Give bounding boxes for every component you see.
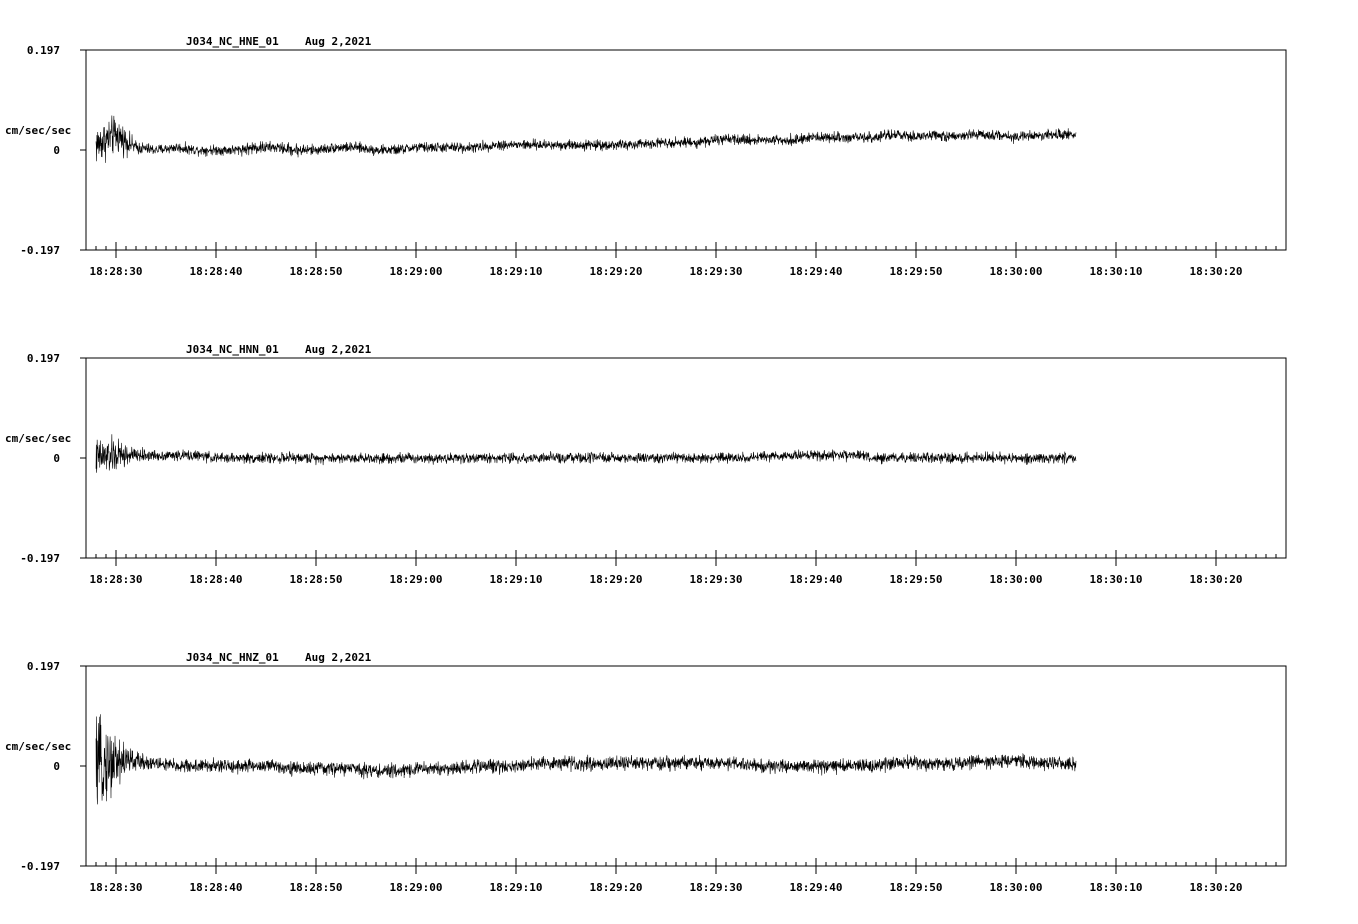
x-tick-label: 18:28:50 [290,881,343,894]
chart-title: J034_NC_HNN_01 [186,343,279,356]
x-tick-label: 18:30:20 [1190,573,1243,586]
x-tick-label: 18:30:00 [990,573,1043,586]
y-tick-label: -0.197 [20,244,60,257]
x-tick-label: 18:28:40 [190,573,243,586]
y-tick-label: -0.197 [20,860,60,873]
chart-date: Aug 2,2021 [305,35,372,48]
x-tick-label: 18:29:50 [890,265,943,278]
y-axis-label: cm/sec/sec [5,432,71,445]
x-tick-label: 18:29:10 [490,573,543,586]
waveform-trace [95,434,1077,473]
plot-frame [85,357,1287,559]
x-tick-label: 18:28:40 [190,265,243,278]
x-tick-label: 18:29:40 [790,881,843,894]
chart-panel-1: J034_NC_HNE_01 Aug 2,2021 cm/sec/sec 0.197 0… [5,35,1287,278]
x-tick-label: 18:29:10 [490,265,543,278]
x-tick-label: 18:29:20 [590,573,643,586]
x-tick-label: 18:30:20 [1190,265,1243,278]
x-tick-label: 18:29:00 [390,573,443,586]
x-tick-label: 18:30:10 [1090,573,1143,586]
x-tick-label: 18:28:30 [90,573,143,586]
y-tick-label: 0 [53,452,60,465]
x-tick-label: 18:30:00 [990,265,1043,278]
x-tick-label: 18:28:40 [190,881,243,894]
y-tick-label: 0.197 [27,660,60,673]
y-axis-label: cm/sec/sec [5,124,71,137]
x-tick-label: 18:29:00 [390,265,443,278]
x-tick-label: 18:30:10 [1090,881,1143,894]
y-axis-label: cm/sec/sec [5,740,71,753]
x-tick-label: 18:30:10 [1090,265,1143,278]
x-tick-label: 18:29:50 [890,573,943,586]
x-tick-label: 18:29:00 [390,881,443,894]
x-tick-label: 18:29:40 [790,573,843,586]
chart-date: Aug 2,2021 [305,651,372,664]
chart-panel-2: J034_NC_HNN_01 Aug 2,2021 cm/sec/sec 0.197 0… [5,343,1287,586]
seismogram-chart: J034_NC_HNE_01 Aug 2,2021 cm/sec/sec 0.197 0… [5,35,1287,894]
waveform-trace [95,115,1077,163]
x-tick-label: 18:29:30 [690,881,743,894]
x-tick-label: 18:29:40 [790,265,843,278]
y-tick-label: 0.197 [27,44,60,57]
x-tick-label: 18:28:50 [290,265,343,278]
x-tick-label: 18:28:30 [90,265,143,278]
x-tick-label: 18:30:00 [990,881,1043,894]
x-tick-label: 18:29:20 [590,881,643,894]
chart-panel-3: J034_NC_HNZ_01 Aug 2,2021 cm/sec/sec 0.197 0… [5,651,1287,894]
y-tick-label: 0 [53,760,60,773]
x-tick-label: 18:28:30 [90,881,143,894]
chart-title: J034_NC_HNE_01 [186,35,279,48]
x-tick-label: 18:30:20 [1190,881,1243,894]
x-tick-label: 18:29:30 [690,265,743,278]
y-tick-label: 0.197 [27,352,60,365]
chart-title: J034_NC_HNZ_01 [186,651,279,664]
x-tick-label: 18:29:50 [890,881,943,894]
x-tick-label: 18:29:20 [590,265,643,278]
waveform-trace [95,714,1077,805]
y-tick-label: -0.197 [20,552,60,565]
chart-date: Aug 2,2021 [305,343,372,356]
x-tick-label: 18:29:10 [490,881,543,894]
x-tick-label: 18:29:30 [690,573,743,586]
x-tick-label: 18:28:50 [290,573,343,586]
y-tick-label: 0 [53,144,60,157]
